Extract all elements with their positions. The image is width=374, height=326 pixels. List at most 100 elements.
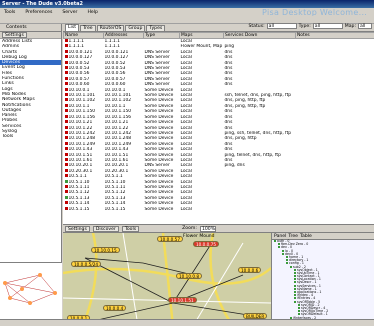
map-select[interactable]: all: [358, 23, 372, 29]
device-name: 10.10.1.248: [68, 136, 96, 142]
cell: 10.5.1.15: [104, 206, 126, 212]
device-name: 10.5.1.15: [68, 206, 90, 212]
cell: Local: [180, 206, 192, 212]
minimap-graph: [3, 273, 57, 305]
device-name: 10.10.1.1: [68, 103, 90, 109]
tree-node-icon: [294, 291, 296, 293]
map-node[interactable]: 10.0.0.4: [103, 305, 127, 311]
map-settings-button[interactable]: Settings: [65, 225, 90, 232]
device-name: 10.0.0.53: [68, 66, 90, 72]
cell: [224, 207, 296, 212]
device-name: 10.10.1.51: [68, 152, 93, 158]
tree-tab-panel[interactable]: Panel: [274, 234, 286, 239]
mib-tree-panel: Panel Tree Table auth - 0 fbm-Dev Zero - …: [271, 233, 374, 326]
minimap[interactable]: [0, 262, 62, 322]
device-status-icon: [64, 71, 68, 75]
table-row[interactable]: 10.5.1.15 10.5.1.15 Some Device Local: [64, 206, 374, 212]
device-status-icon: [64, 174, 68, 178]
device-status-icon: [64, 141, 68, 145]
network-map[interactable]: 10.0.0.57 10.0.0.75 10.10.0.15 10.0.0.5/…: [63, 233, 271, 326]
tree-node-icon: [282, 249, 284, 252]
map-node[interactable]: 10.0.0.57: [157, 236, 183, 242]
device-name: 10.5.1.11: [68, 184, 90, 190]
type-label: Type:: [298, 23, 311, 29]
device-name: 10.10.1.150: [68, 109, 96, 115]
contents-header: Contents: [0, 24, 61, 32]
map-tools-button[interactable]: Tools: [121, 225, 140, 232]
tree-node-icon: [294, 268, 296, 271]
map-node[interactable]: 10.10.1.51: [168, 297, 197, 303]
device-name: 10.5.1.13: [68, 195, 90, 201]
cell: Some Device: [144, 206, 174, 212]
tree-node-icon: [278, 243, 280, 246]
device-status-icon: [64, 49, 68, 53]
status-label: Status:: [248, 23, 265, 29]
device-name: 10.0.0.52: [68, 60, 90, 66]
device-status-icon: [64, 157, 68, 161]
device-name: 10.0.0.121: [68, 49, 93, 55]
tree-node-icon: [290, 265, 292, 268]
device-name: 10.10.1.43: [68, 147, 93, 153]
map-node[interactable]: 10.10.0.15: [91, 247, 120, 253]
type-select[interactable]: all: [312, 23, 343, 29]
map-node[interactable]: 10.0.0.75: [193, 241, 219, 247]
tree-tab-tree[interactable]: Tree: [288, 234, 298, 239]
device-status-icon: [64, 152, 68, 156]
device-name: 1.1.1.1: [68, 39, 84, 44]
device-status-icon: [64, 82, 68, 86]
tab-list[interactable]: List: [65, 24, 80, 31]
device-name: 10.10.1.22: [68, 125, 93, 131]
tab-tree[interactable]: Tree: [80, 25, 96, 31]
device-name: 10.0.0.56: [68, 71, 90, 77]
device-status-icon: [64, 44, 68, 48]
device-name: 10.5.1.14: [68, 201, 90, 207]
tab-group[interactable]: Group: [125, 25, 146, 31]
tree-node-icon: [294, 275, 296, 278]
main-panel: List Tree RouterOS Group Types Status: a…: [63, 23, 374, 326]
menu-preferences[interactable]: Preferences: [25, 10, 52, 15]
tree-node-icon: [294, 271, 296, 274]
device-name: 10.10.1.61: [68, 157, 93, 163]
tab-routeros[interactable]: RouterOS: [96, 25, 125, 31]
menu-tools[interactable]: Tools: [4, 10, 15, 15]
device-status-icon: [64, 136, 68, 140]
device-status-icon: [64, 55, 68, 59]
window-title: Server - The Dude v3.0beta2: [0, 0, 374, 8]
tree-tab-table[interactable]: Table: [300, 234, 312, 239]
device-name: 10.5.1.1: [68, 174, 87, 180]
device-status-icon: [64, 109, 68, 113]
device-status-icon: [64, 168, 68, 172]
device-status-icon: [64, 206, 68, 210]
contents-list: Address Lists Admins Charts Debug Log Device…: [0, 39, 61, 140]
tree-node-icon: [294, 278, 296, 281]
tree-node-icon: [286, 262, 288, 265]
tree-node-icon: [294, 294, 296, 297]
tree-node-icon: [286, 259, 288, 262]
status-select[interactable]: all: [266, 23, 297, 29]
map-node[interactable]: 10.0.0.5/24: [71, 261, 102, 267]
device-status-icon: [64, 190, 68, 194]
device-name: 10.10.1.249: [68, 141, 96, 147]
tree-node-icon: [294, 284, 296, 287]
menu-help[interactable]: Help: [87, 10, 97, 15]
device-name: 1.1.1.1: [68, 44, 84, 50]
settings-button[interactable]: Settings: [2, 32, 27, 38]
tree-node-icon: [278, 246, 280, 249]
device-status-icon: [64, 125, 68, 129]
menu-server[interactable]: Server: [62, 10, 77, 15]
contents-item[interactable]: Tools: [0, 134, 61, 139]
device-name: 10.10.20.1: [68, 163, 93, 169]
zoom-select[interactable]: 100%: [199, 225, 216, 232]
map-node[interactable]: 10.0.0.6: [238, 267, 262, 273]
device-status-icon: [64, 195, 68, 199]
device-name: 10.0.0.127: [68, 55, 93, 61]
tab-types[interactable]: Types: [146, 25, 166, 31]
device-name: 10.20.30.1: [68, 168, 93, 174]
status-bar: [0, 319, 374, 326]
map-toolbar: Settings Discover Tools Zoom: 100%: [63, 224, 374, 233]
device-name: 10.5.1.12: [68, 190, 90, 196]
map-node[interactable]: 10.10.0.8: [176, 273, 202, 279]
discover-button[interactable]: Discover: [92, 225, 119, 232]
tree-node-icon: [298, 303, 300, 306]
device-status-icon: [64, 93, 68, 97]
